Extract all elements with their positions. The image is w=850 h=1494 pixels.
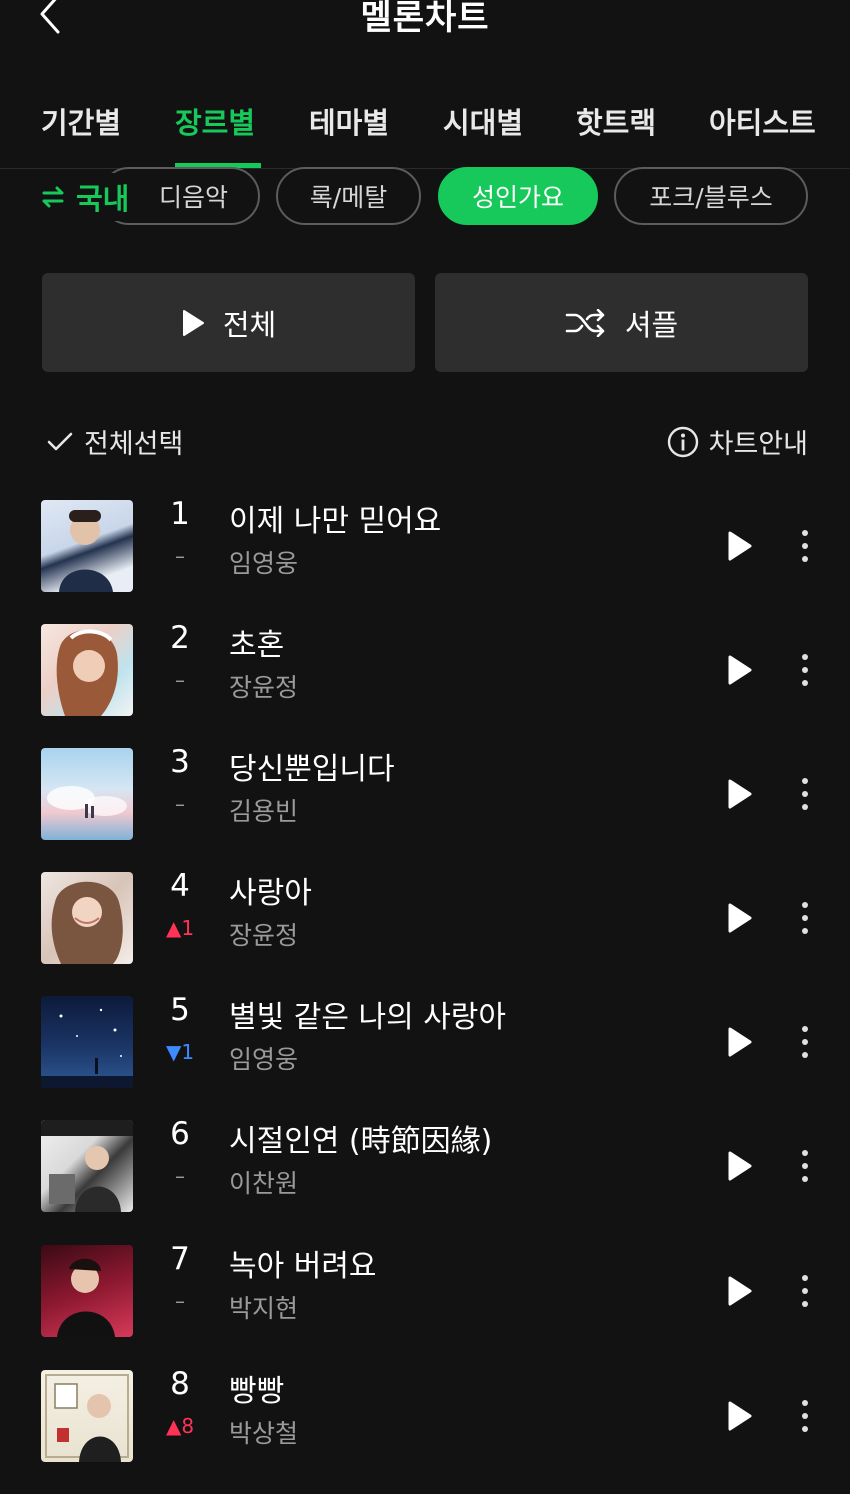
shuffle-icon	[565, 308, 605, 337]
rank-number: 3	[170, 744, 190, 780]
play-icon[interactable]	[727, 1275, 753, 1307]
play-icon[interactable]	[727, 530, 753, 562]
rank-number: 8	[170, 1366, 190, 1402]
rank-change: –	[175, 1164, 185, 1188]
album-cover	[41, 872, 133, 964]
rank-change: –	[175, 668, 185, 692]
song-title: 사랑아	[229, 876, 312, 911]
chart-guide-label: 차트안내	[708, 429, 808, 460]
swap-arrows-icon	[42, 186, 64, 208]
rank-change: ▼1	[165, 1040, 195, 1064]
play-icon	[182, 309, 204, 336]
genre-filter-row: 디음악 국내 록/메탈 성인가요 포크/블루스	[0, 165, 850, 229]
rank-change: –	[175, 792, 185, 816]
artist-name[interactable]: 박지현	[229, 1289, 298, 1325]
tab-hot-track[interactable]: 핫트랙	[576, 100, 656, 142]
tab-genre[interactable]: 장르별	[175, 100, 255, 142]
chart-guide-link[interactable]: 차트안내	[667, 422, 808, 461]
artist-name[interactable]: 이찬원	[229, 1164, 298, 1200]
genre-chip-label: 성인가요	[471, 183, 564, 212]
rank-change: –	[175, 544, 185, 568]
check-icon	[47, 432, 73, 450]
rank-change: –	[175, 1289, 185, 1313]
play-all-label: 전체	[222, 307, 277, 342]
shuffle-label: 셔플	[624, 307, 679, 342]
more-options-icon[interactable]	[795, 1024, 815, 1060]
shuffle-button[interactable]: 셔플	[435, 273, 808, 372]
page-title: 멜론차트	[360, 0, 490, 38]
song-row[interactable]: 6 – 시절인연 (時節因緣) 이찬원	[0, 1116, 850, 1244]
play-icon[interactable]	[727, 1150, 753, 1182]
play-icon[interactable]	[727, 1026, 753, 1058]
artist-name[interactable]: 김용빈	[229, 792, 298, 828]
genre-chip-rock-metal[interactable]: 록/메탈	[276, 167, 421, 225]
album-cover	[41, 748, 133, 840]
song-row[interactable]: 5 ▼1 별빛 같은 나의 사랑아 임영웅	[0, 992, 850, 1120]
song-title: 빵빵	[229, 1374, 285, 1409]
album-cover	[41, 1370, 133, 1462]
more-options-icon[interactable]	[795, 1273, 815, 1309]
region-label: 국내	[76, 182, 130, 216]
song-title: 초혼	[229, 628, 285, 663]
artist-name[interactable]: 장윤정	[229, 916, 298, 952]
more-options-icon[interactable]	[795, 1398, 815, 1434]
region-toggle[interactable]: 국내	[40, 173, 152, 221]
song-row[interactable]: 3 – 당신뿐입니다 김용빈	[0, 744, 850, 872]
play-icon[interactable]	[727, 778, 753, 810]
select-all-toggle[interactable]: 전체선택	[46, 422, 183, 461]
tab-era[interactable]: 시대별	[443, 100, 523, 142]
song-title: 녹아 버려요	[229, 1249, 377, 1284]
tab-artist[interactable]: 아티스트	[709, 100, 816, 142]
select-all-label: 전체선택	[84, 429, 184, 460]
song-title: 시절인연 (時節因緣)	[229, 1124, 493, 1159]
artist-name[interactable]: 임영웅	[229, 544, 298, 580]
song-row[interactable]: 1 – 이제 나만 믿어요 임영웅	[0, 496, 850, 624]
rank-number: 5	[170, 992, 190, 1028]
album-cover	[41, 996, 133, 1088]
song-row[interactable]: 4 ▲1 사랑아 장윤정	[0, 868, 850, 996]
genre-chip-folk-blues[interactable]: 포크/블루스	[614, 167, 808, 225]
artist-name[interactable]: 박상철	[229, 1414, 298, 1450]
rank-number: 4	[170, 868, 190, 904]
artist-name[interactable]: 장윤정	[229, 668, 298, 704]
song-row[interactable]: 2 – 초혼 장윤정	[0, 620, 850, 748]
tab-theme[interactable]: 테마별	[309, 100, 389, 142]
rank-number: 6	[170, 1116, 190, 1152]
rank-number: 2	[170, 620, 190, 656]
play-icon[interactable]	[727, 654, 753, 686]
more-options-icon[interactable]	[795, 900, 815, 936]
more-options-icon[interactable]	[795, 652, 815, 688]
rank-number: 7	[170, 1241, 190, 1277]
song-title: 이제 나만 믿어요	[229, 504, 442, 539]
more-options-icon[interactable]	[795, 1148, 815, 1184]
genre-chip-trot[interactable]: 성인가요	[438, 167, 598, 225]
genre-chip-label: 포크/블루스	[649, 183, 773, 212]
rank-change: ▲1	[165, 916, 195, 940]
rank-number: 1	[170, 496, 190, 532]
song-row[interactable]: 8 ▲8 빵빵 박상철	[0, 1366, 850, 1494]
album-cover	[41, 1245, 133, 1337]
album-cover	[41, 500, 133, 592]
tab-period[interactable]: 기간별	[41, 100, 121, 142]
album-cover	[41, 1120, 133, 1212]
category-tabs: 기간별 장르별 테마별 시대별 핫트랙 아티스트	[0, 90, 850, 169]
song-row[interactable]: 7 – 녹아 버려요 박지현	[0, 1241, 850, 1369]
play-all-button[interactable]: 전체	[42, 273, 415, 372]
header: 멜론차트	[0, 0, 850, 60]
genre-chip-label: 디음악	[158, 183, 228, 212]
more-options-icon[interactable]	[795, 776, 815, 812]
info-icon	[667, 426, 698, 457]
genre-chip-label: 록/메탈	[309, 183, 388, 212]
play-icon[interactable]	[727, 902, 753, 934]
song-title: 별빛 같은 나의 사랑아	[229, 1000, 507, 1035]
artist-name[interactable]: 임영웅	[229, 1040, 298, 1076]
more-options-icon[interactable]	[795, 528, 815, 564]
play-icon[interactable]	[727, 1400, 753, 1432]
album-cover	[41, 624, 133, 716]
rank-change: ▲8	[165, 1414, 195, 1438]
song-title: 당신뿐입니다	[229, 752, 395, 787]
